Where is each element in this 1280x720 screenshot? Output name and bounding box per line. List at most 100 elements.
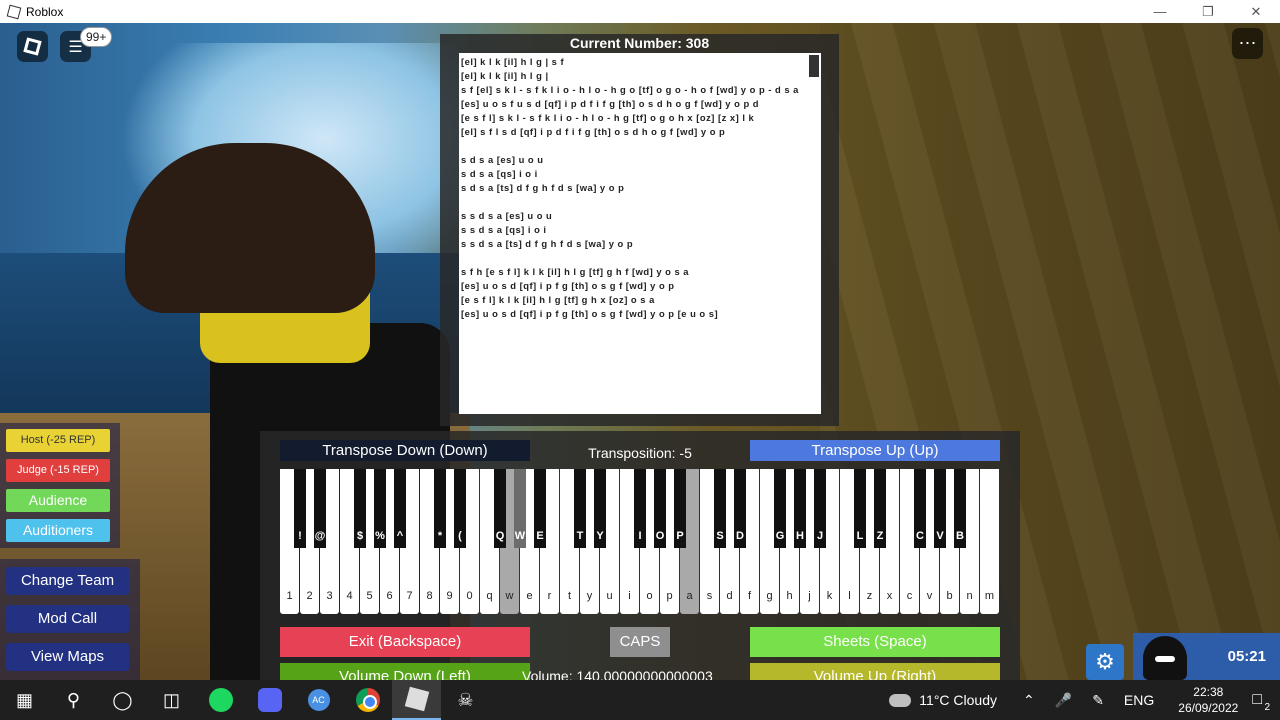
sheet-line — [461, 195, 805, 209]
window-titlebar: Roblox — ❐ ✕ — [0, 0, 1280, 23]
piano-black-key[interactable]: ( — [454, 469, 466, 548]
piano-black-key[interactable]: W — [514, 469, 526, 548]
volume-up-button[interactable]: Volume Up (Right) — [750, 663, 1000, 680]
piano-black-key[interactable]: B — [954, 469, 966, 548]
exit-button[interactable]: Exit (Backspace) — [280, 627, 530, 657]
sheet-line: s s d s a [qs] i o i — [461, 224, 547, 235]
piano-black-key[interactable]: I — [634, 469, 646, 548]
piano-black-key[interactable]: H — [794, 469, 806, 548]
sheet-line: s s d s a [es] u o u — [461, 210, 553, 221]
notification-count: 2 — [1264, 702, 1270, 713]
spotify-icon — [208, 688, 233, 712]
circle-icon: ◯ — [112, 689, 133, 710]
view-maps-button[interactable]: View Maps — [6, 643, 129, 671]
microphone-icon[interactable]: 🎤 — [1055, 692, 1072, 709]
language-indicator[interactable]: ENG — [1124, 692, 1154, 708]
clock-time: 22:38 — [1193, 685, 1224, 699]
discord-taskbar-button[interactable] — [245, 680, 294, 720]
sheet-line: [e s f l] s k l - s f k l i o - h l o - … — [461, 112, 755, 123]
piano-black-key[interactable]: ! — [294, 469, 306, 548]
sheet-line: [es] u o s f u s d [qf] i p d f i f g [t… — [461, 98, 760, 109]
ac-icon: AC — [307, 689, 330, 711]
piano-black-key[interactable]: % — [374, 469, 386, 548]
restore-icon[interactable]: ❐ — [1184, 0, 1232, 23]
transpose-up-button[interactable]: Transpose Up (Up) — [750, 440, 1000, 461]
caps-button[interactable]: CAPS — [610, 627, 670, 657]
roblox-menu-button[interactable] — [17, 31, 48, 62]
piano-black-key[interactable]: O — [654, 469, 666, 548]
close-icon[interactable]: ✕ — [1232, 0, 1280, 23]
game-viewport[interactable]: ☰ 99+ ⋯ Current Number: 308 [el] k l k [… — [0, 23, 1280, 680]
piano-black-key[interactable]: @ — [314, 469, 326, 548]
more-options-button[interactable]: ⋯ — [1232, 28, 1263, 59]
sheet-line: s s d s a [ts] d f g h f d s [wa] y o p — [461, 238, 634, 249]
notification-button[interactable]: □ 2 — [1252, 691, 1270, 713]
volume-label: Volume: 140.00000000000003 — [522, 668, 713, 680]
windows-logo-icon: ▦ — [15, 689, 33, 710]
pen-icon[interactable]: ✎ — [1092, 692, 1104, 709]
cloud-icon — [889, 693, 912, 707]
settings-button[interactable]: ⚙ — [1086, 644, 1124, 680]
sheet-text-box[interactable]: [el] k l k [il] h l g | s f [el] k l k [i… — [459, 53, 821, 414]
auditioners-button[interactable]: Auditioners — [6, 519, 110, 542]
minimize-icon[interactable]: — — [1136, 0, 1184, 23]
avatar — [1143, 636, 1187, 680]
chevron-up-icon[interactable]: ⌃ — [1023, 692, 1035, 709]
host-button[interactable]: Host (-25 REP) — [6, 429, 110, 452]
window-title: Roblox — [26, 4, 64, 19]
transpose-down-button[interactable]: Transpose Down (Down) — [280, 440, 530, 461]
window-controls: — ❐ ✕ — [1136, 0, 1280, 23]
sheet-line: s f h [e s f l] k l k [il] h l g [tf] g … — [461, 266, 690, 277]
piano-black-key[interactable]: * — [434, 469, 446, 548]
app-taskbar-button[interactable]: ☠ — [441, 680, 490, 720]
sheet-line: s f [el] s k l - s f k l i o - h l o - h… — [461, 84, 799, 95]
piano-black-key[interactable]: D — [734, 469, 746, 548]
sheet-line: [es] u o s d [qf] i p f g [th] o s g f [… — [461, 308, 719, 319]
piano-black-key[interactable]: Q — [494, 469, 506, 548]
sheet-lines: [el] k l k [il] h l g | s f [el] k l k [i… — [461, 55, 805, 321]
piano-black-key[interactable]: L — [854, 469, 866, 548]
piano-black-key[interactable]: Y — [594, 469, 606, 548]
sheet-scrollbar[interactable] — [809, 55, 819, 77]
judge-button[interactable]: Judge (-15 REP) — [6, 459, 110, 482]
piano-black-key[interactable]: P — [674, 469, 686, 548]
piano-black-key[interactable]: J — [814, 469, 826, 548]
windows-start-button[interactable]: ▦ — [0, 680, 49, 720]
spotify-taskbar-button[interactable] — [196, 680, 245, 720]
roblox-taskbar-button[interactable] — [392, 680, 441, 720]
sheets-button[interactable]: Sheets (Space) — [750, 627, 1000, 657]
piano-keyboard: 1 2 3 4 5 6 7 8 9 0 q w e r t y u i o p a s d f g h j k l z x c v b n m! @ $%… — [280, 469, 1000, 614]
clock[interactable]: 22:38 26/09/2022 — [1178, 684, 1238, 716]
piano-black-key[interactable]: E — [534, 469, 546, 548]
volume-down-button[interactable]: Volume Down (Left) — [280, 663, 530, 680]
piano-black-key[interactable]: S — [714, 469, 726, 548]
sheet-line: [el] k l k [il] h l g | — [461, 70, 549, 81]
piano-key-m[interactable]: m — [980, 469, 999, 614]
sheet-line — [461, 139, 805, 153]
task-view-button[interactable]: ◫ — [147, 680, 196, 720]
cortana-button[interactable]: ◯ — [98, 680, 147, 720]
sheet-line — [461, 251, 805, 265]
sheet-panel: Current Number: 308 [el] k l k [il] h l … — [440, 34, 839, 426]
piano-black-key[interactable]: C — [914, 469, 926, 548]
skull-icon: ☠ — [457, 689, 474, 710]
role-panel: Host (-25 REP) Judge (-15 REP) Audience … — [0, 423, 120, 548]
search-button[interactable]: ⚲ — [49, 680, 98, 720]
piano-black-key[interactable]: G — [774, 469, 786, 548]
change-team-button[interactable]: Change Team — [6, 567, 129, 595]
piano-black-key[interactable]: V — [934, 469, 946, 548]
piano-black-key[interactable]: T — [574, 469, 586, 548]
sheet-line: [es] u o s d [qf] i p f g [th] o s g f [… — [461, 280, 675, 291]
weather-widget[interactable]: 11°C Cloudy — [889, 692, 997, 708]
notification-icon: □ — [1252, 691, 1262, 708]
more-icon: ⋯ — [1238, 33, 1257, 53]
mod-call-button[interactable]: Mod Call — [6, 605, 129, 633]
piano-black-key[interactable]: $ — [354, 469, 366, 548]
audience-button[interactable]: Audience — [6, 489, 110, 512]
gear-icon: ⚙ — [1095, 649, 1115, 674]
ac-taskbar-button[interactable]: AC — [294, 680, 343, 720]
chrome-taskbar-button[interactable] — [343, 680, 392, 720]
task-view-icon: ◫ — [162, 689, 180, 710]
piano-black-key[interactable]: Z — [874, 469, 886, 548]
piano-black-key[interactable]: ^ — [394, 469, 406, 548]
